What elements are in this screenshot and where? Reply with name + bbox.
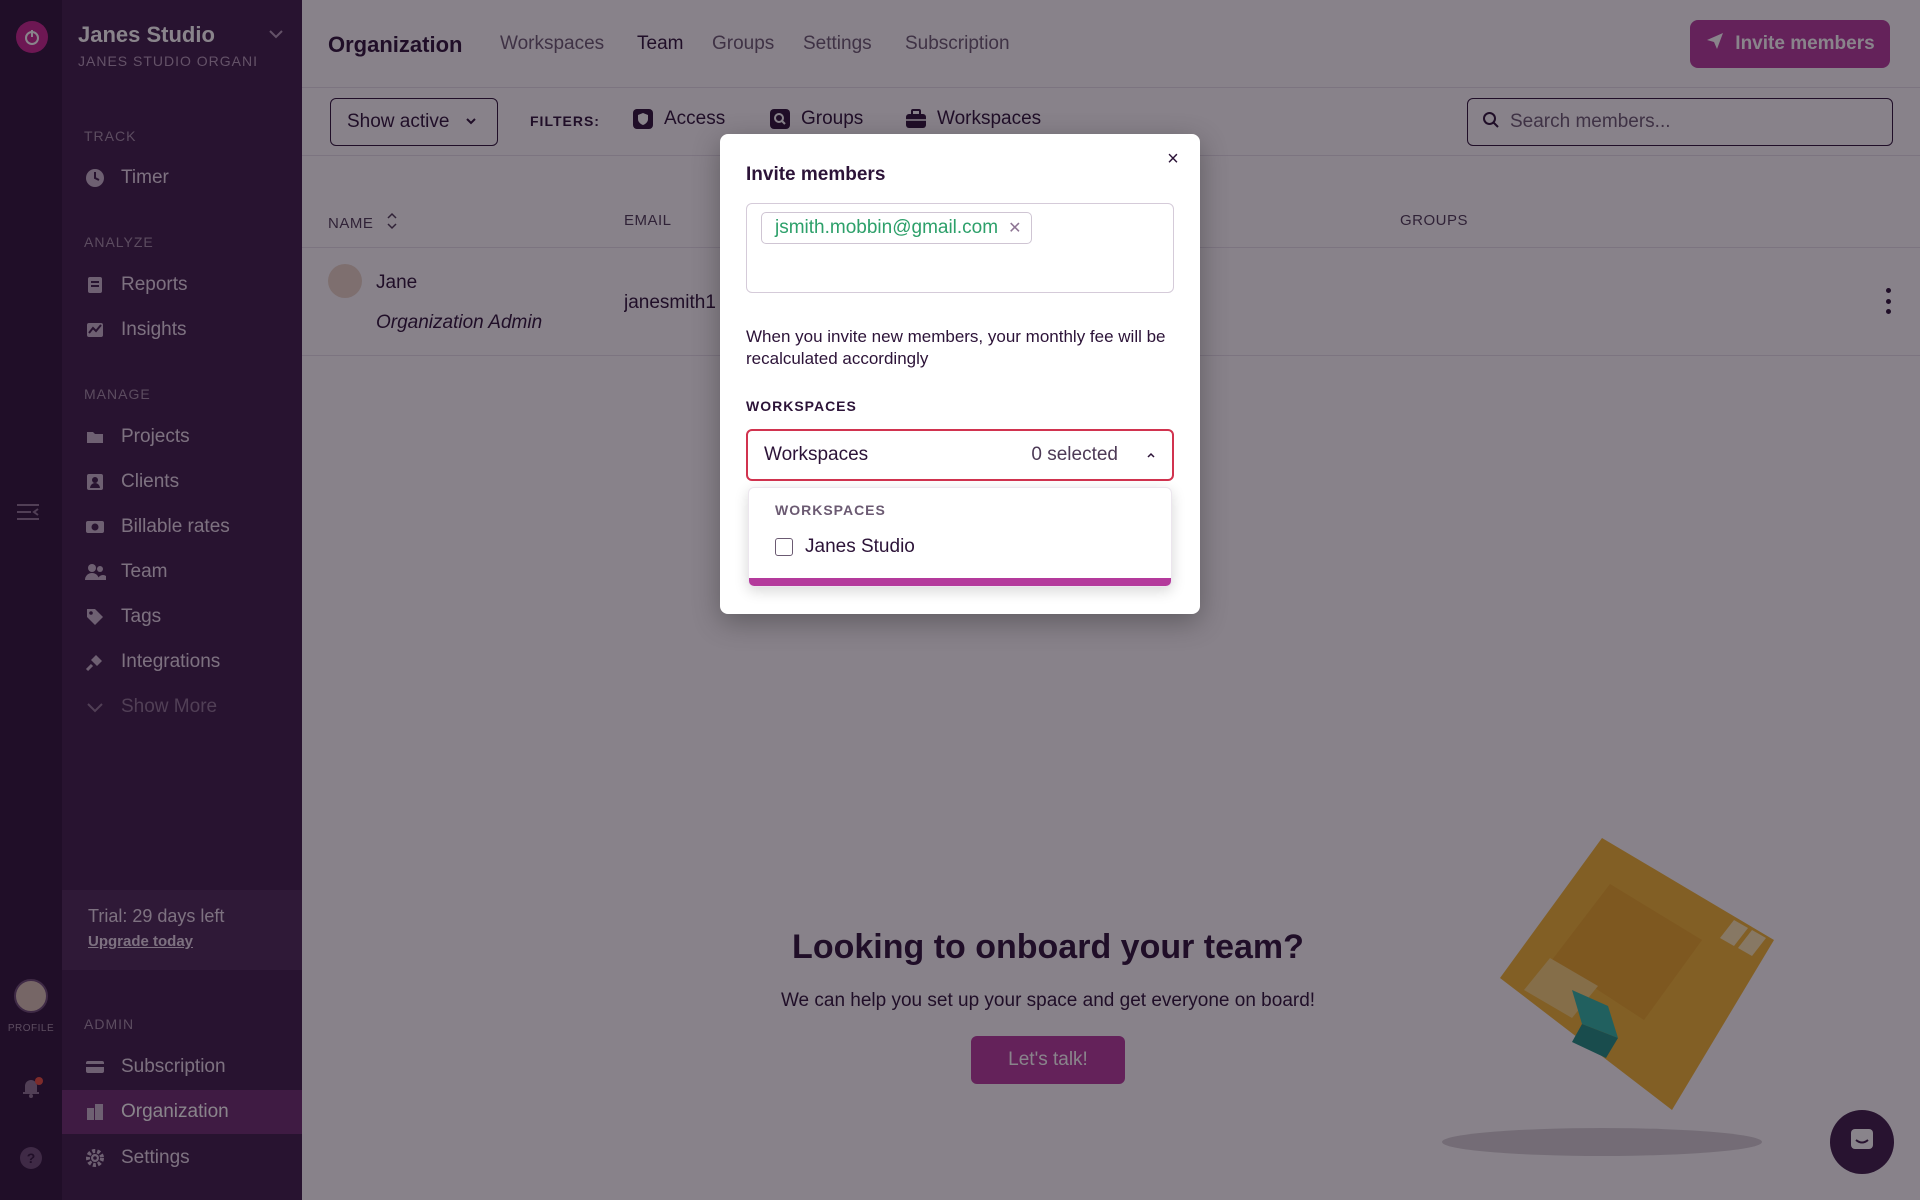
modal-title: Invite members (746, 164, 886, 185)
invite-members-modal: Invite members × jsmith.mobbin@gmail.com… (720, 134, 1200, 614)
workspaces-dropdown: WORKSPACES Janes Studio (748, 487, 1172, 587)
email-input-field[interactable]: jsmith.mobbin@gmail.com ✕ (746, 203, 1174, 293)
close-icon[interactable]: × (1164, 149, 1182, 169)
submit-button-edge[interactable] (749, 578, 1171, 586)
email-chip: jsmith.mobbin@gmail.com ✕ (761, 212, 1033, 244)
workspaces-select-label: Workspaces (764, 444, 869, 465)
workspaces-label: WORKSPACES (746, 398, 857, 414)
fee-note: When you invite new members, your monthl… (746, 327, 1166, 368)
email-chip-text: jsmith.mobbin@gmail.com (775, 217, 999, 238)
checkbox[interactable] (775, 538, 793, 556)
chevron-up-icon (1146, 448, 1156, 462)
dropdown-section-label: WORKSPACES (775, 502, 886, 518)
workspaces-select[interactable]: Workspaces 0 selected (746, 429, 1174, 481)
selected-count: 0 selected (1031, 444, 1118, 465)
workspace-option-janes-studio[interactable]: Janes Studio (775, 536, 915, 558)
workspace-option-label: Janes Studio (805, 536, 915, 557)
remove-chip-icon[interactable]: ✕ (1008, 218, 1021, 238)
